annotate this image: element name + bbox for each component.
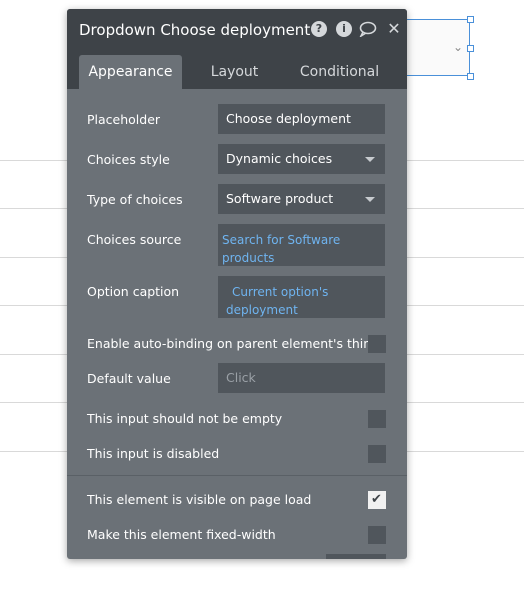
option-caption-label: Option caption (87, 284, 180, 299)
help-icon[interactable]: ? (311, 21, 327, 37)
chevron-down-icon: ⌄ (452, 40, 463, 54)
checkmark-icon: ✔ (371, 492, 382, 507)
default-value-label: Default value (87, 371, 171, 386)
disabled-label: This input is disabled (87, 446, 220, 461)
tab-appearance[interactable]: Appearance (79, 55, 182, 89)
comment-icon[interactable] (359, 21, 377, 39)
resize-handle-top-right[interactable] (467, 16, 474, 23)
partially-visible-field[interactable] (326, 554, 386, 559)
auto-binding-checkbox[interactable] (368, 335, 386, 353)
choices-source-expression[interactable]: Search for Software products (218, 224, 385, 266)
visible-on-load-checkbox[interactable]: ✔ (368, 491, 386, 509)
section-divider (67, 475, 407, 476)
selected-dropdown-element[interactable]: ⌄ (400, 19, 470, 76)
not-empty-checkbox[interactable] (368, 410, 386, 428)
choices-source-label: Choices source (87, 232, 182, 247)
close-icon[interactable]: ✕ (386, 21, 402, 37)
info-icon[interactable]: i (336, 21, 352, 37)
choices-style-label: Choices style (87, 152, 170, 167)
option-caption-expression[interactable]: Current option's deployment (218, 276, 385, 318)
visible-on-load-label: This element is visible on page load (87, 492, 312, 507)
panel-title: Dropdown Choose deployment (79, 21, 311, 39)
resize-handle-bottom-right[interactable] (467, 73, 474, 80)
type-of-choices-label: Type of choices (87, 192, 183, 207)
default-value-input[interactable]: Click (218, 363, 385, 393)
disabled-checkbox[interactable] (368, 445, 386, 463)
property-editor-panel: Dropdown Choose deployment ? i ✕ Appeara… (67, 9, 407, 559)
not-empty-label: This input should not be empty (87, 411, 283, 426)
tab-conditional[interactable]: Conditional (292, 55, 387, 89)
placeholder-input[interactable]: Choose deployment (218, 104, 385, 134)
caret-down-icon (365, 157, 375, 162)
fixed-width-label: Make this element fixed-width (87, 527, 276, 542)
type-of-choices-select[interactable]: Software product (218, 184, 385, 214)
caret-down-icon (365, 197, 375, 202)
choices-style-select[interactable]: Dynamic choices (218, 144, 385, 174)
resize-handle-right[interactable] (467, 45, 474, 52)
choices-style-value: Dynamic choices (226, 151, 333, 166)
placeholder-label: Placeholder (87, 112, 161, 127)
auto-binding-label: Enable auto-binding on parent element's … (87, 336, 380, 351)
type-of-choices-value: Software product (226, 191, 334, 206)
panel-header[interactable]: Dropdown Choose deployment ? i ✕ (67, 9, 407, 47)
tab-bar: Appearance Layout Conditional (67, 47, 407, 89)
tab-layout[interactable]: Layout (192, 55, 277, 89)
fixed-width-checkbox[interactable] (368, 526, 386, 544)
